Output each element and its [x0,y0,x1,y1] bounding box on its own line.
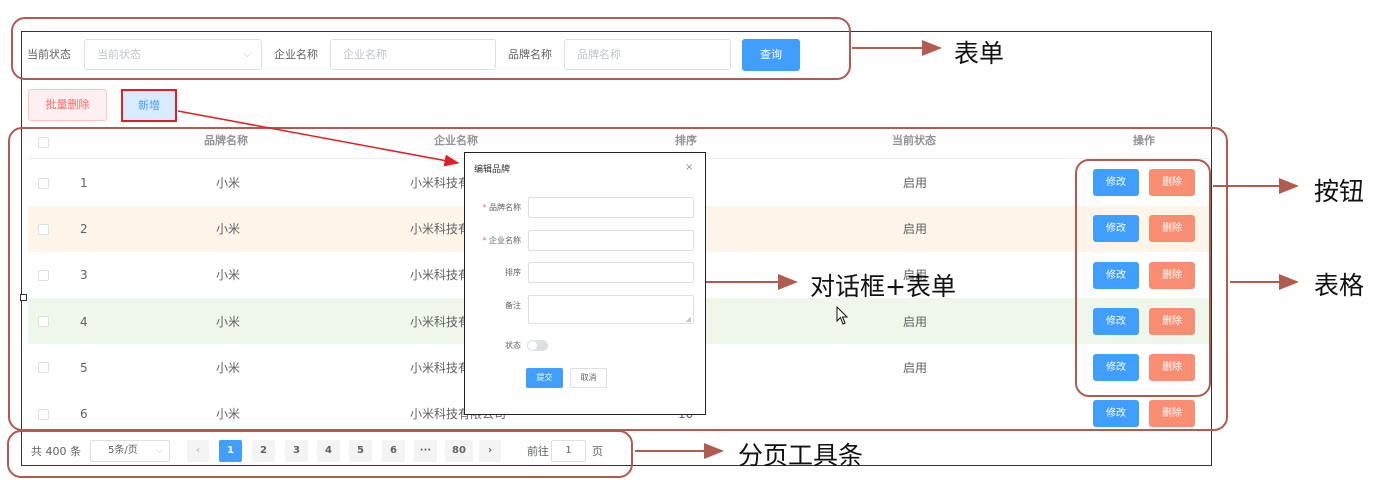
annotation-form-label: 表单 [954,39,1005,68]
annotation-buttons-label: 按钮 [1314,177,1365,206]
mouse-cursor-icon [836,306,849,325]
annotation-pagination-label: 分页工具条 [738,441,864,470]
annotation-table-label: 表格 [1314,271,1365,300]
annotation-dialog-label: 对话框+表单 [810,272,956,301]
arrow-add-to-dialog [177,110,460,167]
annotation-arrows [177,40,1299,459]
